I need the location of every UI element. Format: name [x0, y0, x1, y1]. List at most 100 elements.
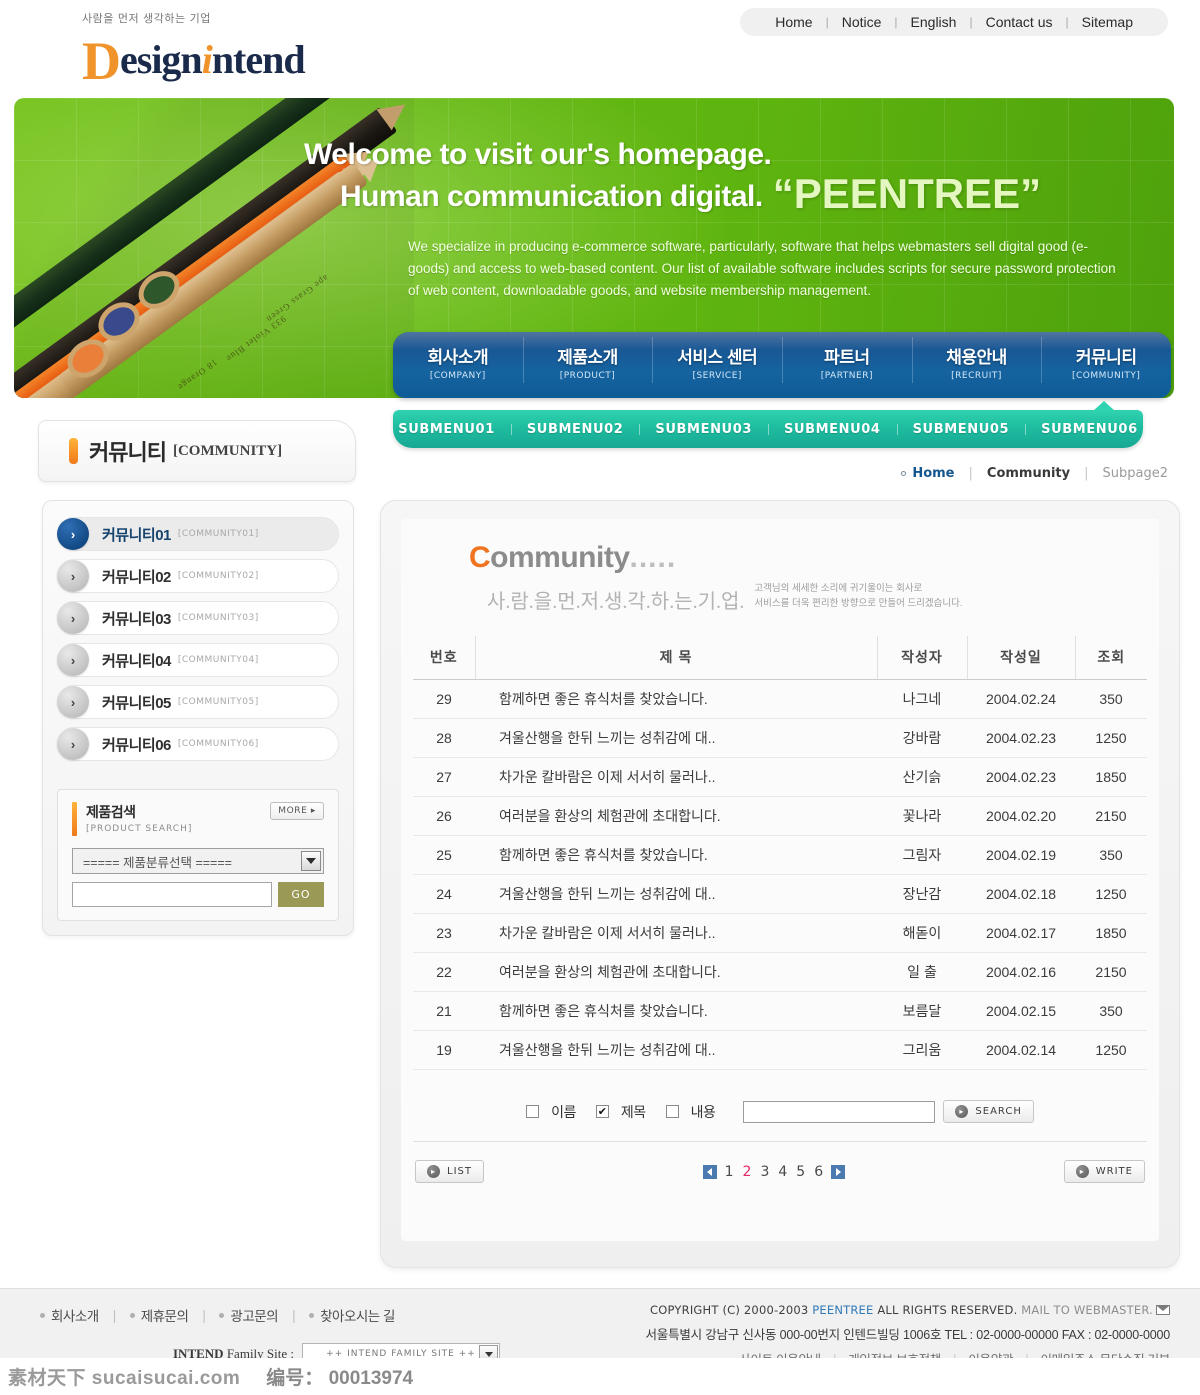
product-search-more-button[interactable]: MORE ▸ — [270, 802, 324, 820]
chevron-right-icon: › — [57, 728, 89, 760]
submenu-item-04[interactable]: SUBMENU04 — [768, 422, 897, 437]
sidebar-title-panel: 커뮤니티 [COMMUNITY] — [38, 420, 356, 482]
cell-title[interactable]: 겨울산행을 한뒤 느끼는 성취감에 대.. — [475, 874, 877, 915]
cell-title[interactable]: 여러분을 환상의 체험관에 초대합니다. — [475, 796, 877, 837]
sidebar-title-ko: 커뮤니티 — [89, 440, 167, 465]
breadcrumb-separator: | — [1084, 466, 1089, 481]
chevron-right-icon: › — [57, 518, 89, 550]
mail-to-webmaster-link[interactable]: MAIL TO WEBMASTER. — [1021, 1303, 1153, 1317]
sidebar-item-label-ko: 커뮤니티01 — [102, 526, 171, 544]
table-row[interactable]: 19 겨울산행을 한뒤 느끼는 성취감에 대.. 그리움 2004.02.14 … — [413, 1030, 1147, 1071]
footer-link-advertising[interactable]: 광고문의 — [219, 1305, 279, 1325]
table-row[interactable]: 29 함께하면 좋은 휴식처를 찾았습니다. 나그네 2004.02.24 35… — [413, 679, 1147, 720]
nav-item-service[interactable]: 서비스 센터 [SERVICE] — [652, 337, 782, 391]
board-search-button[interactable]: ▸ SEARCH — [943, 1100, 1034, 1124]
footer-links: 회사소개 | 제휴문의 | 광고문의 | 찾아오시는 길 — [40, 1305, 500, 1325]
pagination-next-icon[interactable] — [831, 1164, 846, 1179]
board-search-input[interactable] — [743, 1100, 936, 1123]
submenu-item-03[interactable]: SUBMENU03 — [639, 422, 768, 437]
cell-date: 2004.02.18 — [967, 874, 1075, 915]
cell-title[interactable]: 함께하면 좋은 휴식처를 찾았습니다. — [475, 679, 877, 720]
sidebar-title-accent-bar — [69, 438, 78, 464]
nav-item-partner[interactable]: 파트너 [PARTNER] — [782, 337, 912, 391]
pagination-page-4[interactable]: 4 — [777, 1164, 788, 1180]
checkbox-title[interactable]: ✔ — [595, 1105, 609, 1119]
cell-date: 2004.02.19 — [967, 835, 1075, 876]
pagination-page-1[interactable]: 1 — [724, 1164, 735, 1180]
page-description: 고객님의 세세한 소리에 귀기울이는 회사로 서비스를 더욱 편리한 방향으로 … — [754, 581, 962, 611]
logo-letter-d: D — [82, 31, 121, 91]
chevron-down-icon[interactable] — [301, 851, 321, 871]
breadcrumb-home[interactable]: Home — [912, 466, 954, 481]
watermark-number: 编号： 00013974 — [266, 1368, 414, 1389]
column-header-writer: 작성자 — [876, 636, 967, 681]
topnav-sitemap[interactable]: Sitemap — [1069, 14, 1146, 30]
topnav-english[interactable]: English — [898, 14, 970, 30]
company-address: 서울특별시 강남구 신사동 000-00번지 인텐드빌딩 1006호 TEL :… — [645, 1328, 1170, 1342]
sidebar-item-community01[interactable]: › 커뮤니티01 [COMMUNITY01] — [57, 517, 339, 551]
table-row[interactable]: 25 함께하면 좋은 휴식처를 찾았습니다. 그림자 2004.02.19 35… — [413, 835, 1147, 876]
footer-link-directions[interactable]: 찾아오시는 길 — [309, 1305, 395, 1325]
table-row[interactable]: 24 겨울산행을 한뒤 느끼는 성취감에 대.. 장난감 2004.02.18 … — [413, 874, 1147, 915]
table-row[interactable]: 23 차가운 칼바람은 이제 서서히 물러나.. 해돋이 2004.02.17 … — [413, 913, 1147, 954]
sidebar-item-community02[interactable]: › 커뮤니티02 [COMMUNITY02] — [57, 559, 339, 593]
page-description-line2: 서비스를 더욱 편리한 방향으로 만들어 드리겠습니다. — [754, 598, 963, 610]
cell-title[interactable]: 함께하면 좋은 휴식처를 찾았습니다. — [475, 991, 877, 1032]
site-logo[interactable]: 사람을 먼저 생각하는 기업 Designintend — [82, 10, 306, 88]
pagination-page-2[interactable]: 2 — [742, 1164, 753, 1180]
cell-title[interactable]: 차가운 칼바람은 이제 서서히 물러나.. — [475, 757, 877, 798]
mail-icon[interactable] — [1156, 1305, 1170, 1315]
table-row[interactable]: 27 차가운 칼바람은 이제 서서히 물러나.. 산기슭 2004.02.23 … — [413, 757, 1147, 798]
cell-title[interactable]: 함께하면 좋은 휴식처를 찾았습니다. — [475, 835, 877, 876]
table-row[interactable]: 21 함께하면 좋은 휴식처를 찾았습니다. 보름달 2004.02.15 35… — [413, 991, 1147, 1032]
watermark-site: 素材天下 sucaisucai.com — [8, 1368, 241, 1389]
pagination-prev-icon[interactable] — [702, 1164, 717, 1179]
submenu-item-05[interactable]: SUBMENU05 — [896, 422, 1026, 437]
table-row[interactable]: 26 여러분을 환상의 체험관에 초대합니다. 꽃나라 2004.02.20 2… — [413, 796, 1147, 837]
board-table: 번호 제 목 작성자 작성일 조회 29 함께하면 좋은 휴식처를 찾았습니다.… — [413, 636, 1147, 1071]
checkbox-content[interactable] — [665, 1105, 679, 1119]
product-category-select[interactable]: ===== 제품분류선택 ===== — [72, 848, 324, 874]
sidebar-item-community04[interactable]: › 커뮤니티04 [COMMUNITY04] — [57, 643, 339, 677]
product-search-input[interactable] — [72, 882, 272, 907]
sidebar-item-community06[interactable]: › 커뮤니티06 [COMMUNITY06] — [57, 727, 339, 761]
topnav-home[interactable]: Home — [762, 14, 825, 30]
pagination-page-5[interactable]: 5 — [795, 1164, 806, 1180]
breadcrumb: Home | Community | Subpage2 — [901, 466, 1168, 481]
topnav-notice[interactable]: Notice — [829, 14, 895, 30]
sidebar-title-en: [COMMUNITY] — [172, 442, 283, 459]
product-search-go-button[interactable]: GO — [278, 882, 324, 907]
table-row[interactable]: 28 겨울산행을 한뒤 느끼는 성취감에 대.. 강바람 2004.02.23 … — [413, 718, 1147, 759]
bullet-icon — [219, 1312, 225, 1318]
nav-item-product[interactable]: 제품소개 [PRODUCT] — [522, 337, 653, 391]
breadcrumb-current[interactable]: Community — [987, 466, 1070, 481]
submenu-item-02[interactable]: SUBMENU02 — [510, 422, 640, 437]
checkbox-name[interactable] — [526, 1105, 540, 1119]
cell-hits: 1250 — [1075, 1030, 1147, 1071]
cell-writer: 나그네 — [877, 679, 967, 720]
table-row[interactable]: 22 여러분을 환상의 체험관에 초대합니다. 일 출 2004.02.16 2… — [413, 952, 1147, 993]
cell-title[interactable]: 겨울산행을 한뒤 느끼는 성취감에 대.. — [475, 1030, 877, 1071]
write-button[interactable]: ▸ WRITE — [1063, 1160, 1145, 1184]
sidebar-item-community03[interactable]: › 커뮤니티03 [COMMUNITY03] — [57, 601, 339, 635]
topnav-contact-us[interactable]: Contact us — [973, 14, 1066, 30]
nav-item-company[interactable]: 회사소개 [COMPANY] — [393, 339, 523, 391]
submenu-item-06[interactable]: SUBMENU06 — [1025, 422, 1154, 437]
top-utility-nav: Home | Notice | English | Contact us | S… — [740, 8, 1168, 36]
copyright-prefix: COPYRIGHT (C) 2000-2003 — [650, 1303, 813, 1317]
cell-title[interactable]: 차가운 칼바람은 이제 서서히 물러나.. — [475, 913, 877, 954]
cell-date: 2004.02.24 — [967, 679, 1075, 720]
cell-hits: 350 — [1075, 991, 1147, 1032]
sidebar-item-community05[interactable]: › 커뮤니티05 [COMMUNITY05] — [57, 685, 339, 719]
list-button[interactable]: ▸ LIST — [415, 1160, 484, 1184]
cell-title[interactable]: 여러분을 환상의 체험관에 초대합니다. — [475, 952, 877, 993]
cell-title[interactable]: 겨울산행을 한뒤 느끼는 성취감에 대.. — [475, 718, 877, 759]
nav-item-community[interactable]: 커뮤니티 [COMMUNITY] — [1041, 337, 1171, 391]
pagination-page-3[interactable]: 3 — [759, 1164, 770, 1180]
submenu-item-01[interactable]: SUBMENU01 — [382, 422, 511, 437]
pagination-page-6[interactable]: 6 — [813, 1164, 824, 1180]
footer-link-partnership[interactable]: 제휴문의 — [129, 1305, 189, 1325]
nav-item-recruit[interactable]: 채용안내 [RECRUIT] — [911, 337, 1042, 391]
cell-hits: 2150 — [1075, 796, 1147, 837]
footer-link-company[interactable]: 회사소개 — [40, 1305, 99, 1325]
